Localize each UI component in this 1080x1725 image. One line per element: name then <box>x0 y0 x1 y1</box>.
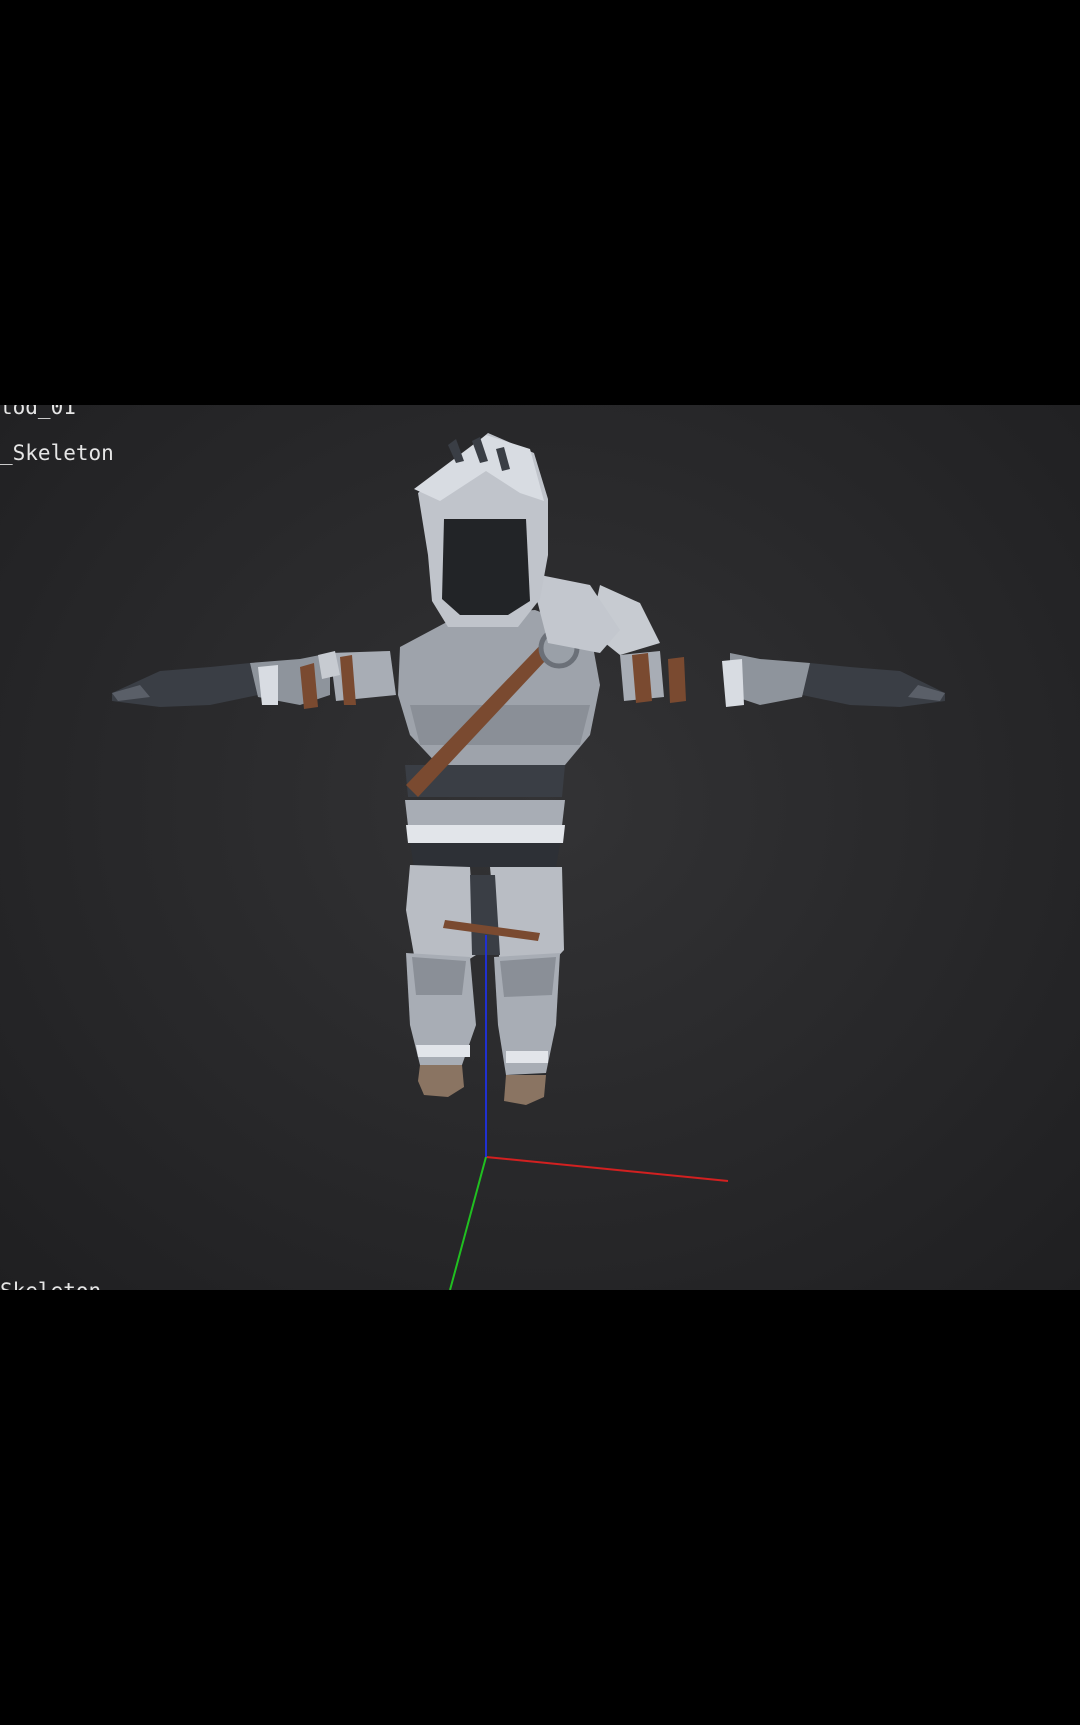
axis-gizmo <box>449 935 729 1290</box>
helmet <box>414 433 548 627</box>
page: tod_01 _Skeleton Skeleton <box>0 0 1080 1725</box>
y-axis-line <box>449 1156 487 1290</box>
knight-model[interactable] <box>112 433 945 1105</box>
right-arm <box>590 585 945 707</box>
scene-canvas[interactable] <box>0 405 1080 1290</box>
x-axis-line <box>485 1156 729 1182</box>
3d-viewport[interactable]: tod_01 _Skeleton Skeleton <box>0 405 1080 1290</box>
left-arm <box>112 651 396 709</box>
